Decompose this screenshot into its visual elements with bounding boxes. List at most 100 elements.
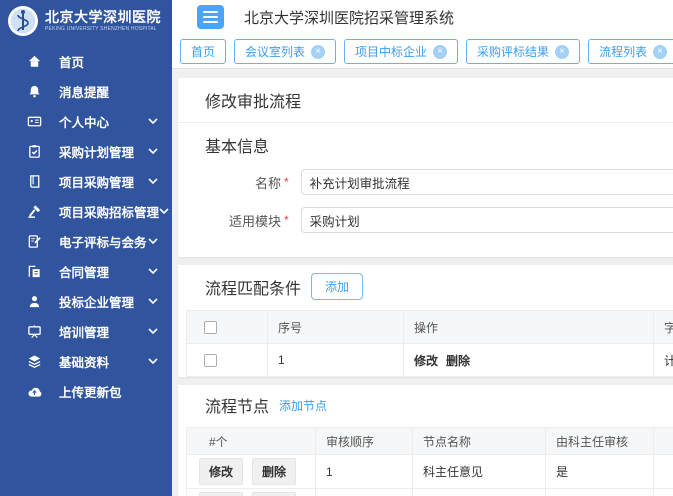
close-icon[interactable] (555, 45, 569, 59)
sidebar-item-label: 基础资料 (59, 352, 109, 371)
sidebar-item-project-purchase[interactable]: 项目采购管理 (0, 166, 172, 196)
section-title-basic-info: 基本信息 (205, 133, 673, 157)
sidebar-menu: 首页 消息提醒 个人中心 采购计划管理 项目采购管理 项目采购招标管理 (0, 42, 172, 406)
gavel-icon (26, 203, 42, 219)
tab-home[interactable]: 首页 (180, 39, 226, 64)
sidebar-item-label: 项目采购管理 (59, 172, 134, 191)
col-header-order: 审核顺序 (316, 428, 413, 455)
clipboard-check-icon (26, 143, 42, 159)
module-field[interactable] (301, 207, 673, 233)
name-field[interactable] (301, 169, 673, 195)
table-row: 1 修改删除 计 (187, 344, 673, 377)
contract-icon (26, 263, 42, 279)
tab-label: 会议室列表 (245, 43, 305, 60)
page-content: 修改审批流程 基本信息 名称* 适用模块* 流程匹配条件 添加 (172, 69, 673, 496)
chevron-down-icon (148, 328, 158, 335)
main-area: 北京大学深圳医院招采管理系统 首页 会议室列表 项目中标企业 采购评标结果 流程… (172, 0, 673, 496)
card-match-conditions: 流程匹配条件 添加 序号 操作 字 1 (178, 265, 673, 377)
tab-winning-enterprise[interactable]: 项目中标企业 (344, 39, 458, 64)
col-header-index: #个 (187, 428, 316, 455)
delete-button[interactable]: 删除 (252, 492, 296, 496)
chevron-down-icon (148, 358, 158, 365)
form-row-name: 名称* (205, 169, 673, 195)
cell-dept-head: 是 (546, 455, 654, 489)
module-field-label: 适用模块 (205, 211, 281, 230)
edit-button[interactable]: 修改 (199, 492, 243, 496)
sidebar-item-contract-management[interactable]: 合同管理 (0, 256, 172, 286)
cell-actions: 修改 删除 (187, 489, 316, 496)
table-row: 修改删除 1 科主任意见 是 (187, 455, 673, 489)
cell-empty (654, 489, 673, 496)
sidebar-item-bidder-enterprise[interactable]: 投标企业管理 (0, 286, 172, 316)
tab-bar: 首页 会议室列表 项目中标企业 采购评标结果 流程列表 流程 (172, 34, 673, 69)
select-all-checkbox[interactable] (204, 321, 217, 334)
col-header-partial: 字 (654, 311, 673, 344)
chevron-down-icon (148, 268, 158, 275)
col-header-action: 操作 (404, 311, 654, 344)
required-asterisk: * (284, 175, 289, 189)
hospital-emblem-icon (7, 5, 39, 37)
process-nodes-table: #个 审核顺序 节点名称 由科主任审核 修改删除 1 科主任意见 是 (186, 427, 673, 496)
tab-meeting-room-list[interactable]: 会议室列表 (234, 39, 336, 64)
close-icon[interactable] (433, 45, 447, 59)
topbar: 北京大学深圳医院招采管理系统 (172, 0, 673, 34)
chevron-down-icon (159, 208, 169, 215)
delete-button[interactable]: 删除 (252, 458, 296, 485)
tab-label: 采购评标结果 (477, 43, 549, 60)
tab-label: 项目中标企业 (355, 43, 427, 60)
sidebar-item-training[interactable]: 培训管理 (0, 316, 172, 346)
book-icon (26, 173, 42, 189)
sidebar-item-label: 合同管理 (59, 262, 109, 281)
user-icon (26, 293, 42, 309)
cell-order: 1 (316, 455, 413, 489)
id-card-icon (26, 113, 42, 129)
sidebar-item-label: 上传更新包 (59, 382, 122, 401)
sidebar-item-e-evaluation[interactable]: 电子评标与会务 (0, 226, 172, 256)
sidebar: 北京大学深圳医院 PEKING UNIVERSITY SHENZHEN HOSP… (0, 0, 172, 496)
hospital-name: 北京大学深圳医院 (45, 10, 161, 24)
tab-label: 流程列表 (599, 43, 647, 60)
menu-toggle-button[interactable] (197, 5, 224, 29)
close-icon[interactable] (653, 45, 667, 59)
cloud-upload-icon (26, 383, 42, 399)
sidebar-item-label: 项目采购招标管理 (59, 202, 159, 221)
app-title: 北京大学深圳医院招采管理系统 (244, 7, 454, 28)
sidebar-item-purchase-plan[interactable]: 采购计划管理 (0, 136, 172, 166)
col-header-node-name: 节点名称 (413, 428, 546, 455)
col-header-dept-head: 由科主任审核 (546, 428, 654, 455)
delete-link[interactable]: 删除 (446, 354, 470, 368)
sidebar-item-label: 个人中心 (59, 112, 109, 131)
sidebar-item-personal-center[interactable]: 个人中心 (0, 106, 172, 136)
hospital-logo: 北京大学深圳医院 PEKING UNIVERSITY SHENZHEN HOSP… (0, 0, 172, 42)
sidebar-item-home[interactable]: 首页 (0, 46, 172, 76)
table-header-row: #个 审核顺序 节点名称 由科主任审核 (187, 428, 673, 455)
chevron-down-icon (148, 238, 158, 245)
chevron-down-icon (148, 148, 158, 155)
row-checkbox[interactable] (204, 354, 217, 367)
match-conditions-table: 序号 操作 字 1 修改删除 计 (186, 310, 673, 377)
edit-button[interactable]: 修改 (199, 458, 243, 485)
card-process-nodes: 流程节点 添加节点 #个 审核顺序 节点名称 由科主任审核 (178, 385, 673, 496)
cell-order: 2 (316, 489, 413, 496)
cell-actions: 修改删除 (404, 344, 654, 377)
cell-partial: 计 (654, 344, 673, 377)
sidebar-item-upload-package[interactable]: 上传更新包 (0, 376, 172, 406)
presentation-icon (26, 323, 42, 339)
cell-actions: 修改删除 (187, 455, 316, 489)
chevron-down-icon (148, 178, 158, 185)
cell-node-name: 科主任意见 (413, 455, 546, 489)
col-header-empty (654, 428, 673, 455)
add-condition-button[interactable]: 添加 (311, 273, 363, 300)
sidebar-item-messages[interactable]: 消息提醒 (0, 76, 172, 106)
sidebar-item-basic-data[interactable]: 基础资料 (0, 346, 172, 376)
close-icon[interactable] (311, 45, 325, 59)
required-asterisk: * (284, 213, 289, 227)
page-title: 修改审批流程 (178, 78, 673, 123)
edit-link[interactable]: 修改 (414, 354, 438, 368)
section-title-match-conditions: 流程匹配条件 (205, 275, 301, 299)
add-node-link[interactable]: 添加节点 (279, 397, 327, 414)
section-title-nodes: 流程节点 (205, 393, 269, 417)
tab-evaluation-result[interactable]: 采购评标结果 (466, 39, 580, 64)
sidebar-item-bidding-management[interactable]: 项目采购招标管理 (0, 196, 172, 226)
tab-process-list[interactable]: 流程列表 (588, 39, 673, 64)
